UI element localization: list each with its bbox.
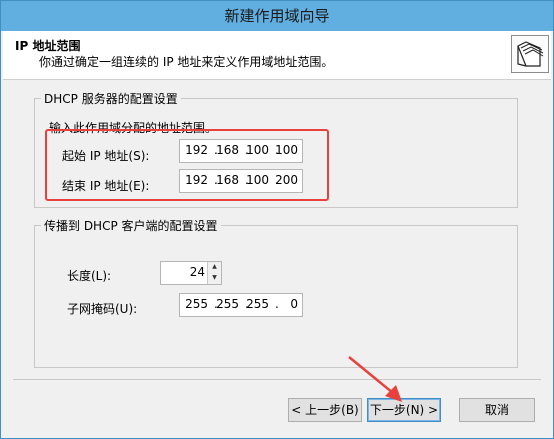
annotation-arrow [348,356,402,402]
wizard-window: 新建作用域向导 IP 地址范围 你通过确定一组连续的 IP 地址来定义作用域地址… [0,0,554,439]
